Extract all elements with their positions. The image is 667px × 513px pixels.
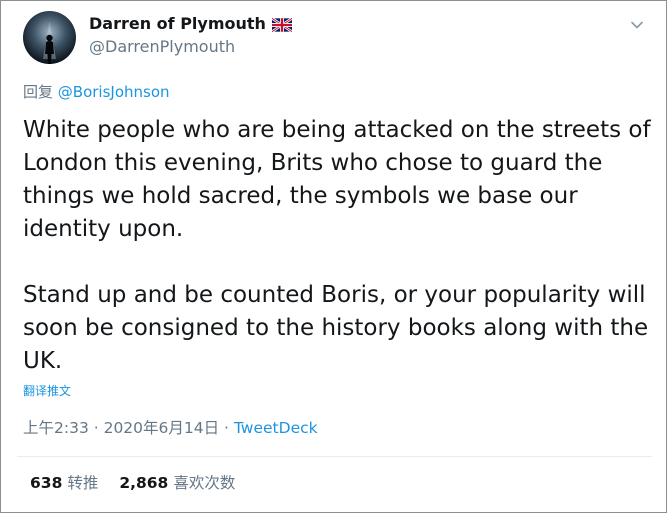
chevron-down-icon[interactable] (630, 17, 644, 31)
tweet-header: Darren of Plymouth @DarrenPlymouth (23, 11, 652, 64)
retweets-label: 转推 (67, 474, 99, 492)
retweets-stat[interactable]: 638 转推 (30, 474, 98, 492)
avatar-silhouette-icon (43, 21, 56, 64)
translate-tweet-link[interactable]: 翻译推文 (23, 383, 71, 399)
reply-context: 回复 @BorisJohnson (23, 82, 170, 102)
tweet-stats: 638 转推 2,868 喜欢次数 (30, 472, 235, 494)
reply-mention-link[interactable]: @BorisJohnson (58, 83, 170, 101)
tweet-card: Darren of Plymouth @DarrenPlymouth 回复 @B… (0, 0, 667, 513)
uk-flag-icon (271, 17, 293, 33)
tweet-text: White people who are being attacked on t… (23, 114, 653, 378)
display-name[interactable]: Darren of Plymouth (89, 14, 266, 34)
display-name-row[interactable]: Darren of Plymouth (89, 14, 293, 34)
author-names: Darren of Plymouth @DarrenPlymouth (89, 14, 293, 57)
source-app-link[interactable]: TweetDeck (234, 419, 318, 437)
likes-stat[interactable]: 2,868 喜欢次数 (119, 474, 235, 492)
tweet-paragraph: White people who are being attacked on t… (23, 117, 651, 242)
user-handle[interactable]: @DarrenPlymouth (89, 37, 292, 57)
tweet-metadata: 上午2:33 · 2020年6月14日 · TweetDeck (23, 417, 318, 439)
retweets-count: 638 (30, 474, 63, 492)
reply-prefix: 回复 (23, 83, 54, 101)
divider (17, 456, 652, 457)
timestamp[interactable]: 上午2:33 · 2020年6月14日 · (23, 419, 234, 437)
avatar[interactable] (23, 11, 76, 64)
tweet-paragraph: Stand up and be counted Boris, or your p… (23, 282, 649, 374)
likes-label: 喜欢次数 (173, 474, 236, 492)
likes-count: 2,868 (119, 474, 169, 492)
